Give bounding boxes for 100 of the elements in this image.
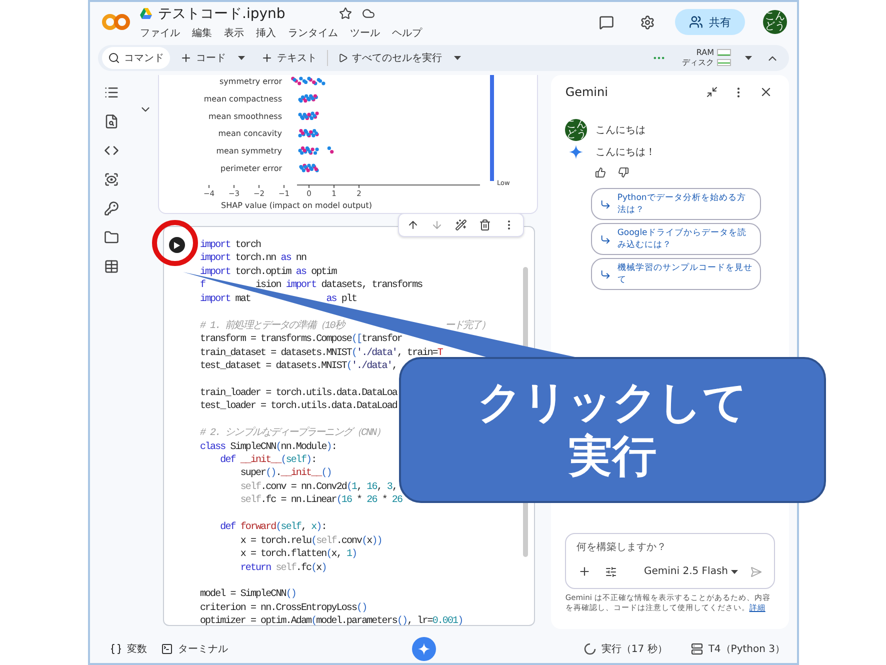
drive-icon xyxy=(140,8,152,19)
execution-status[interactable]: 実行（17 秒） xyxy=(584,642,668,656)
reply-arrow-icon xyxy=(600,234,612,244)
code-line: transform = transforms.Compose([transfor xyxy=(200,333,403,346)
code-line: model = SimpleCNN() xyxy=(200,588,297,602)
highlight-circle xyxy=(152,220,198,266)
beeswarm-row xyxy=(298,146,334,155)
beeswarm-row xyxy=(298,129,319,138)
search-icon xyxy=(108,52,120,64)
ram-meter-icon xyxy=(717,49,731,56)
caret-icon xyxy=(238,56,245,60)
code-line: x = torch.relu(self.conv(x)) xyxy=(239,534,383,548)
code-line: self.fc = nn.Linear(16 * 26 * 26 xyxy=(239,494,404,508)
colab-logo xyxy=(102,13,130,31)
minimize-icon[interactable] xyxy=(704,84,720,100)
code-line: def __init__(self): xyxy=(219,454,318,468)
disk-meter-icon xyxy=(717,59,731,66)
menu-item[interactable]: ツール xyxy=(350,26,380,40)
code-line: train_dataset = datasets.MNIST('./data', train=T xyxy=(200,346,444,360)
variables-button[interactable]: 変数 xyxy=(110,642,147,656)
code-line: train_loader = torch.utils.data.DataLoa xyxy=(200,386,398,400)
prompt-field[interactable]: 何を構築しますか？ Gemini 2.5 Flash xyxy=(565,533,775,589)
suggestion-chip[interactable]: 機械学習のサンプルコードを見せて xyxy=(591,258,762,290)
code-line: import torch.optim as optim xyxy=(200,266,338,280)
reply-arrow-icon xyxy=(600,268,612,280)
feature-label: mean smoothness xyxy=(208,112,282,121)
code-line: import mat as plt xyxy=(200,292,358,306)
command-search[interactable]: コマンド xyxy=(102,47,170,69)
people-icon xyxy=(689,15,703,29)
code-line: return self.fc(x) xyxy=(239,562,328,575)
feature-label: perimeter error xyxy=(220,164,282,173)
notebook-title[interactable]: テストコード.ipynb xyxy=(158,4,286,22)
feature-label: mean concavity xyxy=(218,129,282,138)
menu-item[interactable]: ランタイム xyxy=(288,26,338,40)
terminal-icon xyxy=(161,643,173,655)
code-line: # 1. 前処理とデータの準備（10秒 ード完了） xyxy=(200,320,492,334)
panel-title: Gemini xyxy=(565,85,609,99)
suggestion-chip[interactable]: Pythonでデータ分析を始める方法は？ xyxy=(591,188,762,220)
chat-message: こんにちは！ xyxy=(595,146,656,159)
run-all-button[interactable]: すべてのセルを実行 xyxy=(332,47,467,69)
code-line: import torch.nn as nn xyxy=(200,252,308,266)
feature-label: symmetry error xyxy=(219,77,282,86)
thumbs-up-icon[interactable] xyxy=(593,165,608,180)
code-line: self.conv = nn.Conv2d(1, 16, 3, xyxy=(239,480,398,494)
code-line: class SimpleCNN(nn.Module): xyxy=(200,440,338,454)
caret-icon xyxy=(454,56,461,60)
chat-message: こんにちは xyxy=(595,124,646,137)
reply-arrow-icon xyxy=(600,198,612,210)
beeswarm-row xyxy=(291,76,326,86)
plus-icon xyxy=(180,52,192,64)
add-cell-button[interactable]: テキスト xyxy=(255,47,323,69)
thumbs-down-icon[interactable] xyxy=(616,165,632,180)
add-cell-button[interactable]: コード xyxy=(174,47,251,69)
beeswarm-row xyxy=(298,112,319,120)
axis-label: SHAP value (impact on model output) xyxy=(220,201,372,210)
code-line: import torch xyxy=(200,239,262,252)
play-icon xyxy=(338,53,348,63)
server-icon xyxy=(691,643,704,655)
menu-item[interactable]: ファイル xyxy=(140,26,180,40)
menu-item[interactable]: ヘルプ xyxy=(392,26,422,40)
play-icon xyxy=(174,242,180,248)
suggestion-chip[interactable]: Googleドライブからデータを読み込むには？ xyxy=(591,223,762,255)
runtime-status[interactable]: T4（Python 3） xyxy=(691,642,785,656)
feature-label: mean symmetry xyxy=(216,146,282,156)
callout-text: クリックして xyxy=(478,376,748,430)
menu-item[interactable]: 表示 xyxy=(224,26,244,40)
plus-icon xyxy=(261,52,273,64)
code-line: criterion = nn.CrossEntropyLoss() xyxy=(200,602,368,616)
caret-icon xyxy=(731,570,738,574)
code-line: # 2. シンプルなディープラーニング（CNN） xyxy=(200,427,386,441)
ram-label: RAM xyxy=(696,48,714,57)
user-avatar: こん どう xyxy=(565,119,588,141)
settings-icon[interactable] xyxy=(638,12,657,32)
code-line: test_dataset = datasets.MNIST('./data', xyxy=(200,360,398,374)
share-button[interactable]: 共有 xyxy=(675,9,745,35)
key-icon[interactable] xyxy=(102,199,122,218)
braces-icon xyxy=(110,643,122,655)
code-line: x = torch.flatten(x, 1) xyxy=(239,548,358,562)
beeswarm-row xyxy=(298,94,318,103)
code-line: test_loader = torch.utils.data.DataLoad xyxy=(200,400,398,414)
menu-item[interactable]: 挿入 xyxy=(256,26,276,40)
run-button[interactable] xyxy=(168,237,185,253)
magic-wand-icon[interactable] xyxy=(452,217,469,233)
star-icon[interactable] xyxy=(337,5,354,22)
code-line: optimizer = optim.Adam(model.parameters(), lr=0.001) xyxy=(200,615,464,629)
caret-icon[interactable] xyxy=(743,54,754,62)
model-selector[interactable]: Gemini 2.5 Flash xyxy=(644,566,738,577)
code-line: f ision import datasets, transforms xyxy=(200,279,424,293)
code-line: super().__init__() xyxy=(239,467,332,481)
feature-label: mean compactness xyxy=(204,94,282,104)
sparkle-icon xyxy=(418,643,430,655)
gemini-button[interactable] xyxy=(412,637,436,661)
beeswarm-row xyxy=(299,164,319,172)
disk-label: ディスク xyxy=(682,57,714,68)
callout-text: 実行 xyxy=(568,430,656,484)
spinner-icon xyxy=(584,643,596,655)
menu-item[interactable]: 編集 xyxy=(192,26,212,40)
terminal-button[interactable]: ターミナル xyxy=(161,642,228,656)
code-line: def forward(self, x): xyxy=(219,521,328,535)
user-avatar[interactable]: こん どう xyxy=(763,10,787,34)
